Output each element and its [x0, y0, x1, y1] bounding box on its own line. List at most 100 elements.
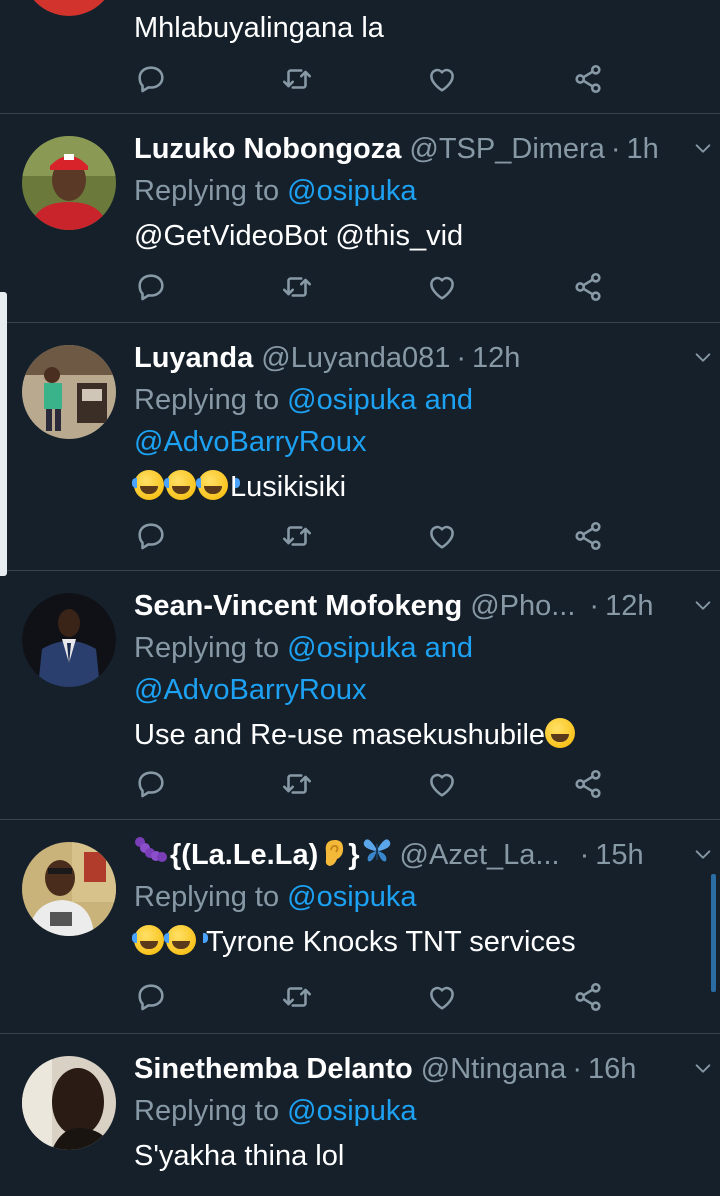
share-icon[interactable] [571, 767, 605, 801]
chevron-down-icon[interactable] [692, 138, 714, 160]
replying-to-label: Replying to [134, 384, 288, 416]
retweet-icon[interactable] [280, 270, 314, 304]
replying-to-line: Replying to @osipuka [134, 170, 700, 212]
tears-of-joy-emoji-icon [132, 925, 176, 955]
separator-dot: · [456, 342, 467, 374]
like-icon[interactable] [425, 270, 459, 304]
tears-of-joy-emoji-icon [196, 470, 240, 500]
tweet-text: S'yakha thina lol [134, 1140, 345, 1172]
reply-feed: Mhlabuyalingana la Luzuko Nobongoza @TSP… [0, 0, 720, 1196]
tweet-text-content: Use and Re-use masekushubile [134, 719, 546, 751]
action-bar [134, 270, 614, 306]
replying-to-line: Replying to @osipuka and [134, 379, 700, 421]
mention-link[interactable]: @AdvoBarryRoux [134, 669, 700, 711]
reply-icon[interactable] [134, 980, 168, 1014]
replying-to-label: Replying to [134, 632, 288, 664]
tweet-item[interactable]: Luyanda @Luyanda081 · 12h Replying to @o… [0, 323, 720, 571]
chevron-down-icon[interactable] [692, 844, 714, 866]
avatar[interactable] [22, 593, 116, 687]
display-name[interactable]: Luzuko Nobongoza [134, 128, 401, 170]
tweet-text: Mhlabuyalingana la [134, 12, 384, 44]
tweet-header: Sinethemba Delanto @Ntingana · 16h [134, 1048, 700, 1090]
separator-dot: · [589, 590, 600, 622]
reply-icon[interactable] [134, 62, 168, 96]
tweet-text: Lusikisiki [132, 465, 700, 509]
mention-link[interactable]: @osipuka and [287, 632, 473, 664]
mention-link[interactable]: @osipuka [287, 175, 416, 207]
retweet-icon[interactable] [280, 62, 314, 96]
reply-icon[interactable] [134, 519, 168, 553]
caterpillar-emoji-icon [134, 834, 168, 864]
tweet-header: Luzuko Nobongoza @TSP_Dimera · 1h [134, 128, 700, 170]
share-icon[interactable] [571, 62, 605, 96]
user-handle[interactable]: @Pho... [470, 585, 575, 627]
share-icon[interactable] [571, 980, 605, 1014]
separator-dot: · [572, 1053, 582, 1085]
like-icon[interactable] [425, 519, 459, 553]
tears-of-joy-emoji-icon [164, 925, 208, 955]
partial-tweet[interactable]: Mhlabuyalingana la [0, 0, 720, 114]
chevron-down-icon[interactable] [692, 595, 714, 617]
user-handle[interactable]: @Luyanda081 [261, 337, 450, 379]
tweet-text: Tyrone Knocks TNT services [132, 920, 700, 964]
reply-icon[interactable] [134, 270, 168, 304]
display-name[interactable]: {(La.Le.La)} [170, 834, 360, 876]
tweet-item[interactable]: {(La.Le.La)} @Azet_La... · 15h Replying … [0, 820, 720, 1034]
display-name[interactable]: Sinethemba Delanto [134, 1048, 413, 1090]
user-handle[interactable]: @TSP_Dimera [409, 128, 604, 170]
timestamp[interactable]: 12h [472, 337, 520, 379]
retweet-icon[interactable] [280, 767, 314, 801]
tears-of-joy-emoji-icon [132, 470, 176, 500]
tweet-item[interactable]: Luzuko Nobongoza @TSP_Dimera · 1h Replyi… [0, 114, 720, 323]
share-icon[interactable] [571, 519, 605, 553]
mention-link[interactable]: @osipuka [287, 1095, 416, 1127]
chevron-down-icon[interactable] [692, 1058, 714, 1080]
retweet-icon[interactable] [280, 980, 314, 1014]
timestamp[interactable]: 12h [605, 585, 653, 627]
tweet-text-content: Tyrone Knocks TNT services [206, 926, 576, 958]
user-handle[interactable]: @Ntingana [421, 1048, 567, 1090]
replying-to-line: Replying to @osipuka [134, 876, 700, 918]
ear-emoji-icon [320, 838, 346, 868]
scrollbar[interactable] [711, 874, 716, 992]
timestamp[interactable]: 1h [627, 128, 659, 170]
tweet-header: {(La.Le.La)} @Azet_La... · 15h [134, 834, 700, 876]
separator-dot: · [610, 133, 621, 165]
tweet-item[interactable]: Sinethemba Delanto @Ntingana · 16h Reply… [0, 1034, 720, 1196]
action-bar [134, 980, 614, 1016]
tweet-item[interactable]: Sean-Vincent Mofokeng @Pho... · 12h Repl… [0, 571, 720, 820]
replying-to-label: Replying to [134, 1095, 288, 1127]
like-icon[interactable] [425, 980, 459, 1014]
user-handle[interactable]: @Azet_La... [400, 834, 560, 876]
action-bar [134, 519, 614, 555]
retweet-icon[interactable] [280, 519, 314, 553]
avatar[interactable] [22, 842, 116, 936]
avatar[interactable] [22, 1056, 116, 1150]
mention-link[interactable]: @osipuka [287, 881, 416, 913]
replying-to-label: Replying to [134, 881, 288, 913]
avatar[interactable] [22, 345, 116, 439]
action-bar [134, 767, 614, 803]
reply-icon[interactable] [134, 767, 168, 801]
timestamp[interactable]: 16h [588, 1048, 636, 1090]
share-icon[interactable] [571, 270, 605, 304]
butterfly-emoji-icon [362, 834, 392, 862]
replying-to-label: Replying to [134, 175, 288, 207]
tweet-header: Sean-Vincent Mofokeng @Pho... · 12h [134, 585, 700, 627]
partial-avatar[interactable] [22, 0, 116, 16]
like-icon[interactable] [425, 767, 459, 801]
mention-link[interactable]: @osipuka and [287, 384, 473, 416]
display-name[interactable]: Sean-Vincent Mofokeng [134, 585, 462, 627]
tears-of-joy-emoji-icon [164, 470, 208, 500]
tweet-header: Luyanda @Luyanda081 · 12h [134, 337, 700, 379]
chevron-down-icon[interactable] [692, 347, 714, 369]
mention-link[interactable]: @AdvoBarryRoux [134, 421, 700, 463]
edge-scroll-handle[interactable] [0, 292, 7, 576]
tweet-text[interactable]: @GetVideoBot @this_vid [134, 214, 700, 258]
timestamp[interactable]: 15h [595, 834, 643, 876]
display-name[interactable]: Luyanda [134, 337, 253, 379]
tweet-text: Use and Re-use masekushubile [134, 713, 700, 757]
avatar[interactable] [22, 136, 116, 230]
tweet-text-content: Lusikisiki [230, 471, 347, 503]
like-icon[interactable] [425, 62, 459, 96]
